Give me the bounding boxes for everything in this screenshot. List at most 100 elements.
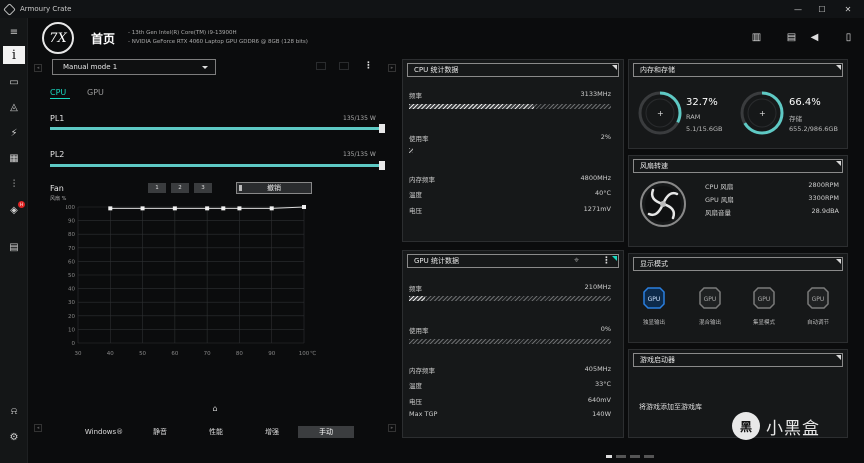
page-indicator[interactable] (644, 455, 654, 458)
deals-icon: ◈ (10, 204, 18, 216)
add-games-link[interactable]: 将游戏添加至游戏库 (639, 402, 702, 412)
user-icon: ⍾ (10, 405, 18, 417)
fan-curve-point[interactable] (172, 206, 177, 211)
fan-speed-title: 风扇转速 (633, 159, 843, 173)
settings-icon: ⚙ (9, 431, 19, 443)
crosshair-icon[interactable]: ⌖ (574, 256, 579, 266)
cpu-fan-row: CPU 风扇 2800RPM (705, 181, 839, 191)
gpu-volt-row: 电压 640mV (409, 396, 611, 406)
gpu-usage-row: 使用率 0% (409, 325, 611, 335)
ram-gauge: + (638, 91, 682, 135)
announcement-icon[interactable]: ◀ (808, 31, 821, 44)
fan-preset-2-button[interactable]: 2 (171, 183, 189, 193)
layout-icon[interactable]: ▥ (750, 31, 763, 44)
mode-manual-button[interactable]: 手动 (298, 426, 354, 438)
game-launcher-title: 游戏启动器 (633, 353, 843, 367)
mode-turbo-button[interactable]: 增强 (252, 426, 292, 438)
close-button[interactable]: ✕ (838, 0, 858, 18)
gpu-integrated-icon[interactable]: GPU (752, 286, 776, 310)
y-tick-label: 50 (68, 273, 75, 279)
bottom-left-arrow-icon[interactable]: ◂ (34, 424, 42, 432)
gpu-auto-icon[interactable]: GPU (806, 286, 830, 310)
tuning-icon: ⫶ (12, 178, 16, 190)
gpu-fan-row: GPU 风扇 3300RPM (705, 194, 839, 204)
fan-label: Fan (50, 184, 64, 193)
mode-performance-button[interactable]: 性能 (196, 426, 236, 438)
right-scroll-arrow-icon[interactable]: ▸ (388, 64, 396, 72)
ram-detail: 5.1/15.6GB (686, 125, 723, 133)
fan-icon (640, 181, 686, 227)
fan-preset-3-button[interactable]: 3 (194, 183, 212, 193)
y-tick-label: 0 (72, 341, 76, 347)
fan-curve-point[interactable] (221, 206, 226, 211)
storage-label: 存储 (789, 115, 802, 123)
y-tick-label: 60 (68, 259, 75, 265)
fan-curve-point[interactable] (108, 206, 113, 211)
notes-icon[interactable]: ▤ (785, 31, 798, 44)
pl2-label: PL2 (50, 150, 65, 159)
mode-windows-button[interactable]: Windows® (82, 426, 126, 438)
minimize-button[interactable]: — (788, 0, 808, 18)
tab-gpu[interactable]: GPU (87, 88, 104, 97)
watermark-text: 小黑盒 (766, 418, 820, 439)
tab-cpu[interactable]: CPU (50, 88, 66, 97)
page-indicator[interactable] (616, 455, 626, 458)
fan-preset-1-button[interactable]: 1 (148, 183, 166, 193)
panel-corner-icon (612, 256, 617, 261)
panel-corner-icon (836, 259, 841, 264)
mode-indicator-icon: ⌂ (212, 404, 218, 413)
sidebar-item-aura[interactable]: ◬ (3, 98, 25, 116)
y-tick-label: 10 (68, 327, 75, 333)
mode-silent-button[interactable]: 静音 (140, 426, 180, 438)
display-mode-label: 集显模式 (752, 320, 775, 326)
maximize-button[interactable]: ☐ (812, 0, 832, 18)
fan-curve-point[interactable] (205, 206, 210, 211)
gpu-mem-freq-row: 内存频率 405MHz (409, 365, 611, 375)
sidebar-item-device[interactable]: ▭ (3, 73, 25, 91)
watermark-logo: 黑 (732, 412, 760, 440)
svg-text:GPU: GPU (812, 296, 825, 303)
fan-curve-chart[interactable]: 100908070605040302010030 40 50 60 70 80 90 100 ℃ (66, 203, 316, 363)
pl2-slider[interactable] (50, 164, 382, 167)
copy-icon (316, 62, 326, 70)
sidebar-item-armoury[interactable]: ⚡ (3, 124, 25, 142)
sidebar-item-game-library[interactable]: ▦ (3, 149, 25, 167)
sidebar-item-news[interactable]: ▤ (3, 238, 25, 256)
storage-percent: 66.4% (789, 97, 821, 108)
more-options-icon[interactable]: ⋮ (364, 61, 373, 71)
sidebar-item-deals[interactable]: ◈ H (3, 201, 25, 219)
svg-text:GPU: GPU (648, 296, 661, 303)
svg-text:GPU: GPU (758, 296, 771, 303)
pl2-slider-handle[interactable] (379, 161, 385, 170)
menu-icon[interactable]: ≡ (3, 23, 25, 41)
mode-dropdown[interactable]: Manual mode 1 (52, 59, 216, 75)
fan-curve-point[interactable] (140, 206, 145, 211)
page-title: 首页 (91, 32, 116, 46)
cpu-mem-freq-row: 内存频率 4800MHz (409, 174, 611, 184)
pl1-slider[interactable] (50, 127, 382, 130)
title-bar: Armoury Crate (0, 0, 864, 18)
gpu-dedicated-icon[interactable]: GPU (642, 286, 666, 310)
x-tick-label: 60 (171, 351, 178, 357)
page-indicator-active[interactable] (606, 455, 612, 458)
sidebar-item-user[interactable]: ⍾ (3, 402, 25, 420)
page-indicator[interactable] (630, 455, 640, 458)
bottom-right-arrow-icon[interactable]: ▸ (388, 424, 396, 432)
undo-button[interactable]: 撤销 (236, 182, 312, 194)
more-options-icon[interactable]: ⋮ (602, 256, 611, 266)
fan-curve-point[interactable] (237, 206, 242, 211)
gpu-hybrid-icon[interactable]: GPU (698, 286, 722, 310)
pl1-slider-handle[interactable] (379, 124, 385, 133)
sidebar-item-settings[interactable]: ⚙ (3, 428, 25, 446)
left-scroll-arrow-icon[interactable]: ◂ (34, 64, 42, 72)
sidebar-item-tuning[interactable]: ⫶ (3, 175, 25, 193)
ram-percent: 32.7% (686, 97, 718, 108)
fan-curve-point[interactable] (302, 205, 306, 209)
battery-icon[interactable]: ▯ (842, 31, 855, 44)
gpu-stats-panel: GPU 统计数据 ⌖ ⋮ 频率 210MHz 使用率 0% 内存频率 405MHz 温… (402, 250, 624, 438)
sidebar-item-home[interactable]: i (3, 46, 25, 64)
fan-curve-point[interactable] (269, 206, 274, 211)
gpu-freq-bar (409, 296, 611, 301)
gpu-temp-row: 温度 33°C (409, 380, 611, 390)
panel-corner-icon (836, 355, 841, 360)
